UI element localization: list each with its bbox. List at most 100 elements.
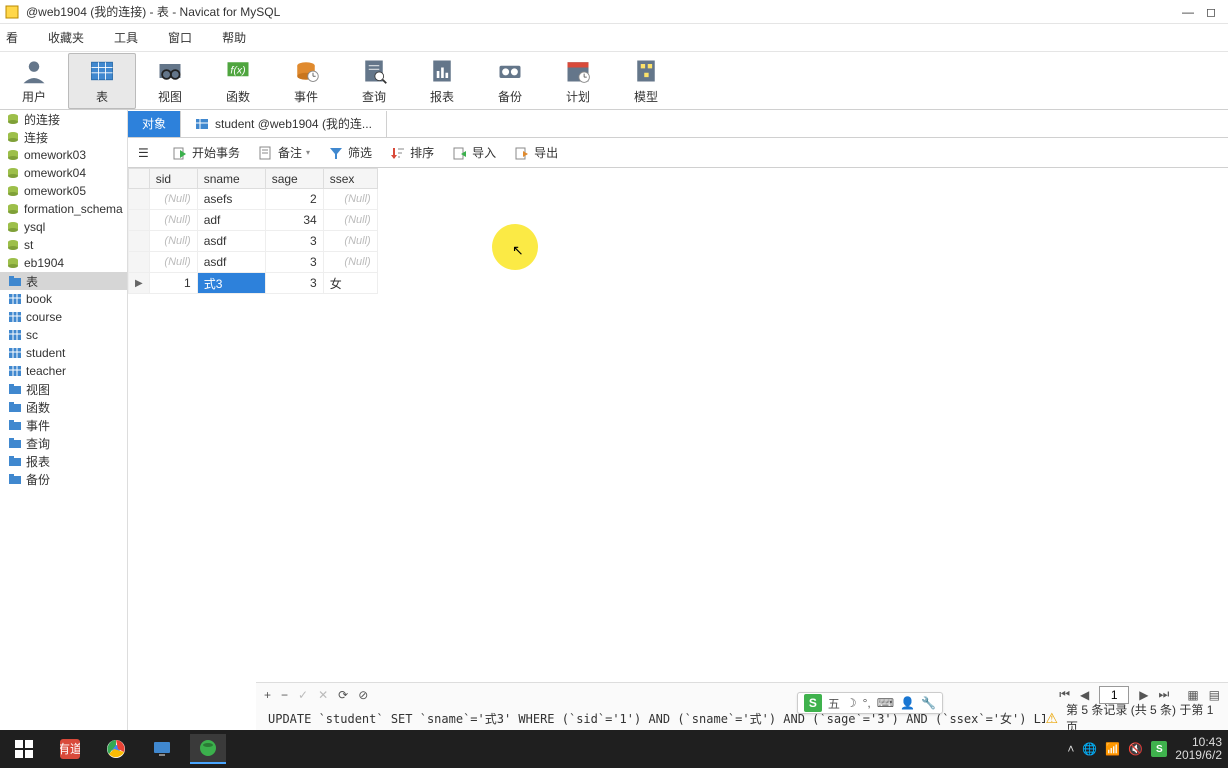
cell[interactable]: adf: [197, 210, 265, 231]
moon-icon[interactable]: ☽: [846, 696, 857, 710]
cell[interactable]: 3: [265, 252, 323, 273]
tree-item[interactable]: 的连接: [0, 110, 127, 128]
cell[interactable]: 2: [265, 189, 323, 210]
table-row[interactable]: (Null)asdf3(Null): [129, 252, 378, 273]
tree-item[interactable]: omework04: [0, 164, 127, 182]
col-header[interactable]: sname: [197, 169, 265, 189]
tree-item[interactable]: 视图: [0, 380, 127, 398]
tray-volume-icon[interactable]: 🔇: [1128, 742, 1143, 756]
tree-item[interactable]: teacher: [0, 362, 127, 380]
table-row[interactable]: (Null)adf34(Null): [129, 210, 378, 231]
start-button[interactable]: [6, 734, 42, 764]
table-row[interactable]: ▶1式33女: [129, 273, 378, 294]
tree-item[interactable]: sc: [0, 326, 127, 344]
cell[interactable]: 34: [265, 210, 323, 231]
cell[interactable]: asefs: [197, 189, 265, 210]
last-icon[interactable]: ⏭: [1159, 687, 1170, 702]
clock[interactable]: 10:43 2019/6/2: [1175, 736, 1222, 762]
tree-item[interactable]: st: [0, 236, 127, 254]
cell[interactable]: (Null): [323, 210, 377, 231]
add-record-button[interactable]: +: [264, 688, 271, 702]
ribbon-user[interactable]: 用户: [0, 53, 68, 109]
cell[interactable]: asdf: [197, 231, 265, 252]
cell[interactable]: 女: [323, 273, 377, 294]
cell[interactable]: 式3: [197, 273, 265, 294]
cell[interactable]: (Null): [149, 189, 197, 210]
task-monitor[interactable]: [144, 734, 180, 764]
ime-toolbar[interactable]: S 五 ☽ °, ⌨ 👤 🔧: [797, 692, 943, 714]
cell[interactable]: (Null): [323, 231, 377, 252]
ribbon-function[interactable]: f(x) 函数: [204, 53, 272, 109]
tray-ime-icon[interactable]: S: [1151, 741, 1167, 757]
menu-tools[interactable]: 工具: [112, 27, 140, 48]
ribbon-view[interactable]: 视图: [136, 53, 204, 109]
keyboard-icon[interactable]: ⌨: [877, 696, 894, 710]
next-icon[interactable]: ▶: [1139, 688, 1148, 702]
sort-button[interactable]: 排序: [390, 144, 434, 161]
cell[interactable]: asdf: [197, 252, 265, 273]
tree-item[interactable]: course: [0, 308, 127, 326]
ribbon-schedule[interactable]: 计划: [544, 53, 612, 109]
tree-item[interactable]: omework03: [0, 146, 127, 164]
tree-item[interactable]: 备份: [0, 470, 127, 488]
ribbon-table[interactable]: 表: [68, 53, 136, 109]
ribbon-query[interactable]: 查询: [340, 53, 408, 109]
tree-item[interactable]: ysql: [0, 218, 127, 236]
table-row[interactable]: (Null)asdf3(Null): [129, 231, 378, 252]
col-header[interactable]: ssex: [323, 169, 377, 189]
menu-view[interactable]: 看: [4, 27, 20, 48]
tree-item[interactable]: eb1904: [0, 254, 127, 272]
tree-item[interactable]: 事件: [0, 416, 127, 434]
data-table[interactable]: sidsnamesagessex(Null)asefs2(Null)(Null)…: [128, 168, 378, 294]
menu-window[interactable]: 窗口: [166, 27, 194, 48]
tree-item[interactable]: student: [0, 344, 127, 362]
begin-transaction-button[interactable]: 开始事务: [172, 144, 240, 161]
task-navicat[interactable]: [190, 734, 226, 764]
tree-item[interactable]: 表: [0, 272, 127, 290]
tree-item[interactable]: formation_schema: [0, 200, 127, 218]
tray-wifi-icon[interactable]: 📶: [1105, 742, 1120, 756]
tree-item[interactable]: book: [0, 290, 127, 308]
tree-item[interactable]: 函数: [0, 398, 127, 416]
cell[interactable]: 3: [265, 231, 323, 252]
tray-network-icon[interactable]: 🌐: [1082, 742, 1097, 756]
tree-item[interactable]: 查询: [0, 434, 127, 452]
filter-button[interactable]: 筛选: [328, 144, 372, 161]
delete-record-button[interactable]: −: [281, 688, 288, 702]
col-header[interactable]: sid: [149, 169, 197, 189]
cell[interactable]: (Null): [149, 210, 197, 231]
form-view-icon[interactable]: ▤: [1209, 688, 1220, 702]
col-header[interactable]: sage: [265, 169, 323, 189]
minimize-icon[interactable]: —: [1182, 5, 1194, 19]
grid-view-icon[interactable]: ▦: [1187, 688, 1198, 702]
tree-item[interactable]: omework05: [0, 182, 127, 200]
cell[interactable]: (Null): [149, 231, 197, 252]
ribbon-backup[interactable]: 备份: [476, 53, 544, 109]
hamburger-button[interactable]: ☰: [138, 145, 154, 161]
stop-button[interactable]: ⊘: [358, 688, 368, 702]
cell[interactable]: 3: [265, 273, 323, 294]
tray-arrow-icon[interactable]: ˄: [1067, 742, 1074, 756]
import-button[interactable]: 导入: [452, 144, 496, 161]
task-app1[interactable]: 有道: [52, 734, 88, 764]
task-chrome[interactable]: [98, 734, 134, 764]
cancel-button[interactable]: ✕: [318, 688, 328, 702]
ribbon-report[interactable]: 报表: [408, 53, 476, 109]
ribbon-event[interactable]: 事件: [272, 53, 340, 109]
menu-favorites[interactable]: 收藏夹: [46, 27, 86, 48]
maximize-icon[interactable]: ◻: [1206, 5, 1216, 19]
first-icon[interactable]: ⏮: [1059, 687, 1070, 702]
note-button[interactable]: 备注 ▾: [258, 144, 310, 161]
prev-icon[interactable]: ◀: [1080, 688, 1089, 702]
ribbon-model[interactable]: 模型: [612, 53, 680, 109]
menu-help[interactable]: 帮助: [220, 27, 248, 48]
settings-icon[interactable]: 🔧: [921, 696, 936, 710]
cell[interactable]: (Null): [323, 189, 377, 210]
cell[interactable]: (Null): [149, 252, 197, 273]
tab-student[interactable]: student @web1904 (我的连...: [181, 111, 387, 137]
cell[interactable]: 1: [149, 273, 197, 294]
refresh-button[interactable]: ⟳: [338, 688, 348, 702]
commit-button[interactable]: ✓: [298, 688, 308, 702]
tree-item[interactable]: 连接: [0, 128, 127, 146]
export-button[interactable]: 导出: [514, 144, 558, 161]
